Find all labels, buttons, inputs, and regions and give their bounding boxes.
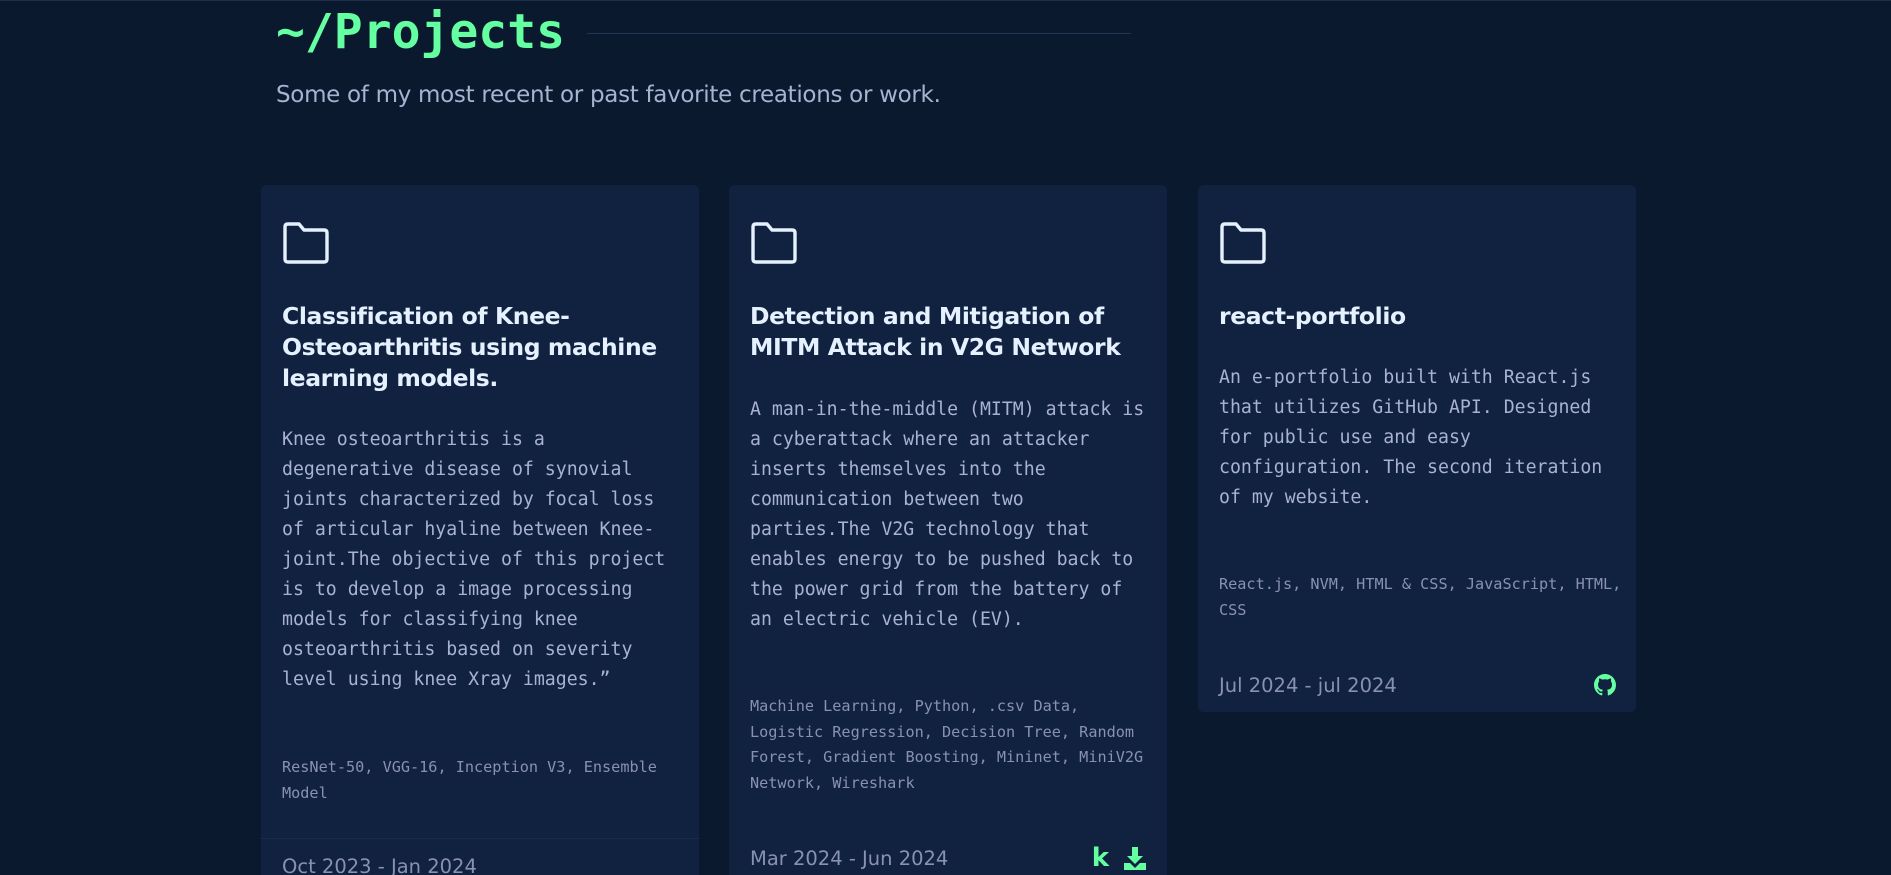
download-icon[interactable] [1123,846,1147,870]
projects-header: ~/Projects [276,2,1131,62]
project-date: Oct 2023 - Jan 2024 [282,855,477,875]
project-title[interactable]: Classification of Knee-Osteoarthritis us… [282,301,682,394]
kaggle-icon[interactable]: k [1092,845,1109,871]
card-divider [261,838,699,839]
project-date: Jul 2024 - jul 2024 [1219,674,1397,697]
project-card-react-portfolio[interactable]: react-portfolio An e-portfolio built wit… [1198,185,1636,712]
section-title: ~/Projects [276,4,565,60]
project-description: A man-in-the-middle (MITM) attack is a c… [750,399,1145,630]
top-border [0,0,1891,1]
project-links: k [1092,845,1147,871]
project-tech-list: ResNet-50, VGG-16, Inception V3, Ensembl… [282,758,657,802]
project-description: Knee osteoarthritis is a degenerative di… [282,429,666,690]
project-title[interactable]: react-portfolio [1219,301,1619,332]
project-date: Mar 2024 - Jun 2024 [750,847,949,870]
project-tech-list: Machine Learning, Python, .csv Data, Log… [750,697,1144,792]
folder-icon [750,221,798,265]
section-subtitle: Some of my most recent or past favorite … [276,82,941,108]
project-links [1594,674,1616,696]
project-card-mitm-v2g[interactable]: Detection and Mitigation of MITM Attack … [729,185,1167,875]
project-tech-list: React.js, NVM, HTML & CSS, JavaScript, H… [1219,575,1622,619]
project-card-knee-oa[interactable]: Classification of Knee-Osteoarthritis us… [261,185,699,875]
github-icon[interactable] [1594,674,1616,696]
project-description: An e-portfolio built with React.js that … [1219,367,1603,508]
folder-icon [1219,221,1267,265]
project-title[interactable]: Detection and Mitigation of MITM Attack … [750,301,1150,363]
header-divider [586,32,1131,34]
folder-icon [282,221,330,265]
